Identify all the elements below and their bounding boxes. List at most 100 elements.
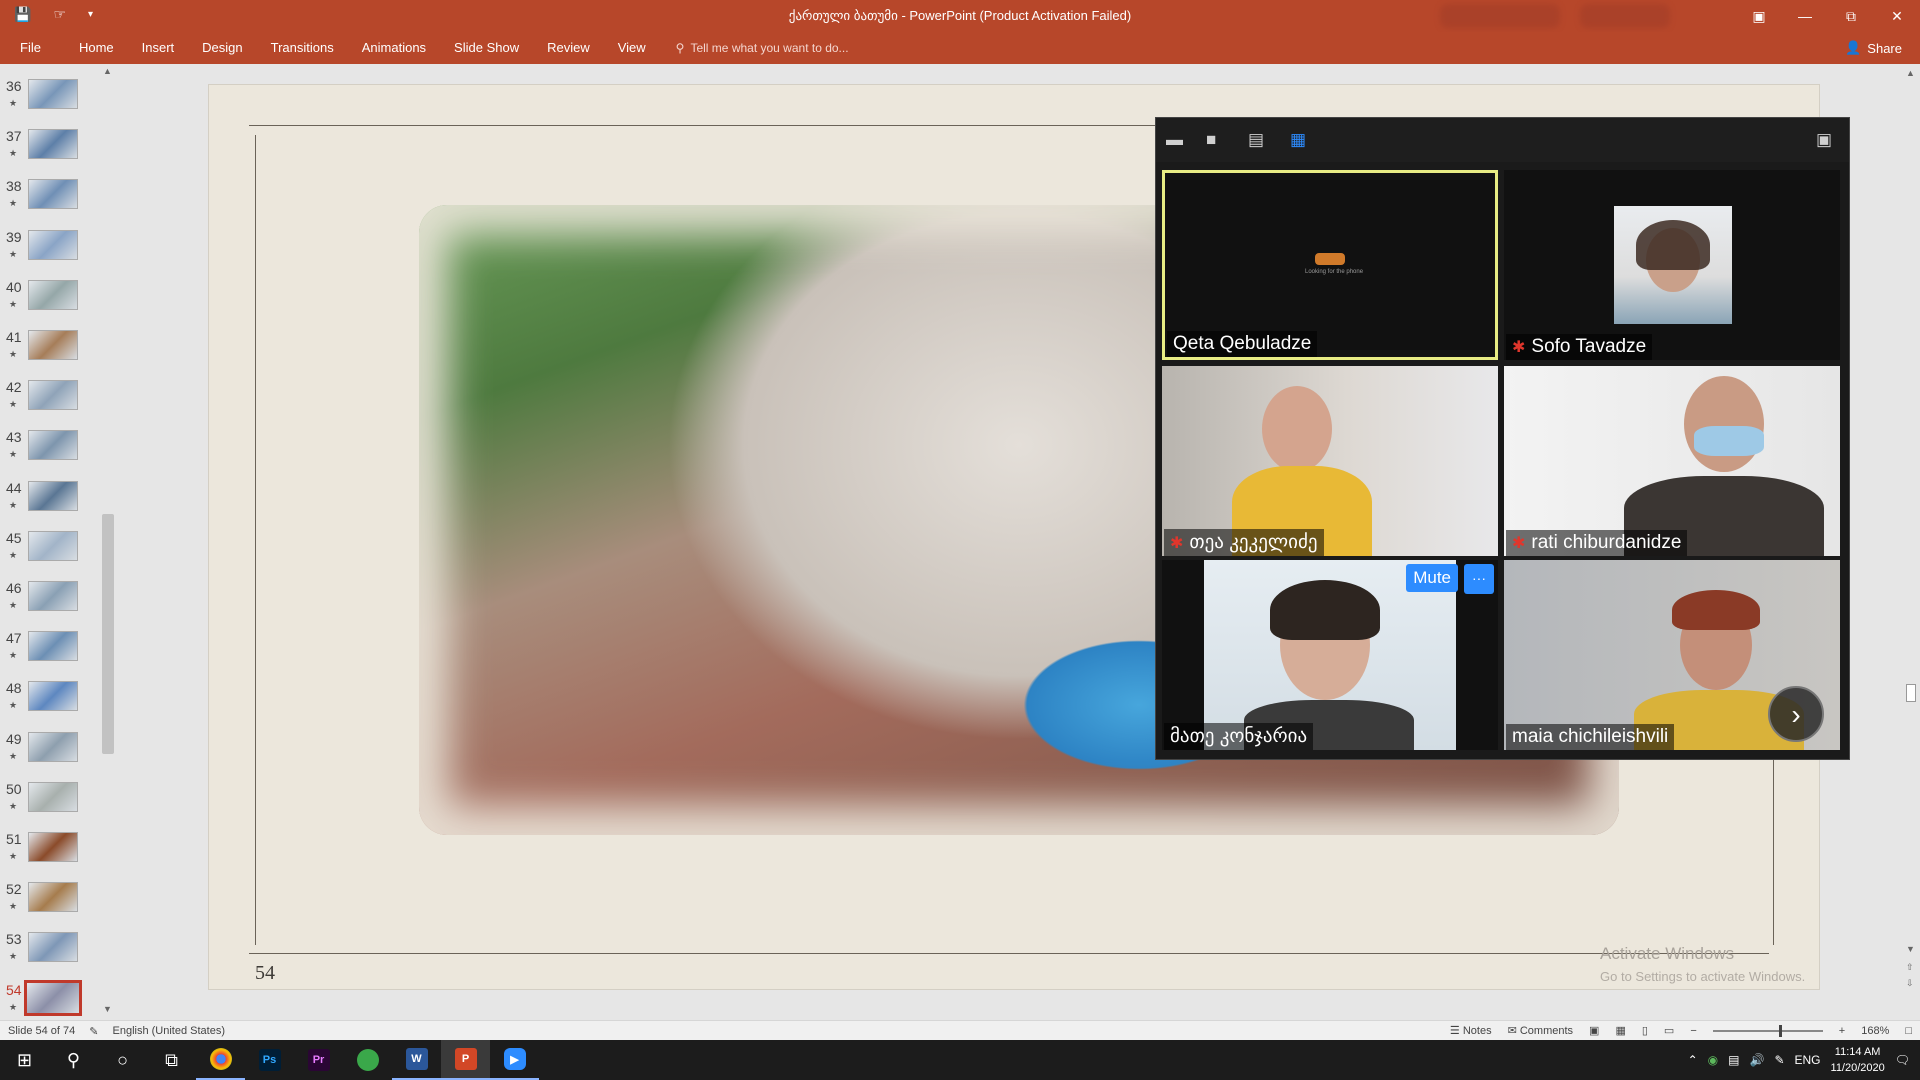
zoom-level[interactable]: 168% [1861,1025,1889,1037]
shield-icon[interactable]: ◉ [1708,1053,1718,1067]
powerpoint-icon[interactable]: P [441,1040,490,1080]
minimize-icon[interactable]: — [1782,0,1828,32]
premiere-icon[interactable]: Pr [294,1040,343,1080]
slide-thumbnail[interactable]: 48 ★ [0,676,100,726]
scroll-thumb[interactable] [102,514,114,754]
speaker-strip-icon[interactable]: ▤ [1248,130,1264,150]
word-icon[interactable]: W [392,1040,441,1080]
tab-design[interactable]: Design [188,32,256,64]
photoshop-icon[interactable]: Ps [245,1040,294,1080]
chrome-icon[interactable] [196,1040,245,1080]
notes-button[interactable]: ☰ Notes [1450,1024,1492,1037]
task-view-icon[interactable]: ⧉ [147,1040,196,1080]
slide-thumbnail[interactable]: 52 ★ [0,877,100,927]
slide-thumbnail[interactable]: 37 ★ [0,124,100,174]
slide-thumbnail[interactable]: 43 ★ [0,425,100,475]
animation-star-icon: ★ [9,98,18,108]
slide-thumbnail[interactable]: 53 ★ [0,927,100,977]
zoom-out-icon[interactable]: − [1690,1025,1696,1037]
close-icon[interactable]: ✕ [1874,0,1920,32]
slide-thumbnail[interactable]: 44 ★ [0,476,100,526]
video-placeholder [1315,253,1345,265]
tab-file[interactable]: File [0,32,65,64]
gallery-view-icon[interactable]: ▦ [1290,130,1306,150]
notifications-icon[interactable]: 🗨 [1895,1053,1910,1067]
clock[interactable]: 11:14 AM 11/20/2020 [1831,1044,1885,1076]
mute-button[interactable]: Mute [1406,564,1458,592]
slide-thumbnail[interactable]: 39 ★ [0,225,100,275]
scroll-down-icon[interactable]: ▼ [103,1004,112,1014]
slide-thumbnail[interactable]: 47 ★ [0,626,100,676]
zoom-in-icon[interactable]: + [1839,1025,1845,1037]
thumbnail-image [28,179,78,210]
participant-tile[interactable]: Mute ··· მათე კონჯარია [1162,560,1498,750]
start-icon[interactable]: ⊞ [0,1040,49,1080]
thumbnails-scrollbar[interactable]: ▲ ▼ [100,64,116,1020]
show-hidden-icons-icon[interactable]: ⌃ [1688,1053,1698,1067]
thumbnail-number: 47 [6,630,22,647]
slide-scrollbar[interactable]: ▲ ▼ ⇧ ⇩ [1902,64,1920,1020]
language-indicator[interactable]: ENG [1795,1053,1821,1067]
slide-thumbnail[interactable]: 42 ★ [0,375,100,425]
participant-video [1614,206,1732,324]
scroll-up-icon[interactable]: ▲ [103,66,112,76]
participant-tile[interactable]: ✱ rati chiburdanidze [1504,366,1840,556]
share-button[interactable]: 👤 Share [1845,40,1902,56]
animation-star-icon: ★ [9,248,18,259]
slideshow-icon[interactable]: ▭ [1664,1024,1674,1037]
green-app-icon[interactable] [343,1040,392,1080]
volume-icon[interactable]: 🔊 [1749,1053,1764,1067]
previous-slide-icon[interactable]: ⇧ [1906,962,1914,973]
minimize-video-icon[interactable]: ▬ [1166,130,1183,150]
participant-tile[interactable]: ✱ თეა კეკელიძე [1162,366,1498,556]
language-indicator[interactable]: English (United States) [113,1025,226,1038]
zoom-view-toolbar: ▬ ■ ▤ ▦ ▣ [1156,118,1849,162]
normal-view-icon[interactable]: ▣ [1589,1024,1599,1037]
network-icon[interactable]: ▤ [1728,1053,1739,1067]
participant-tile[interactable]: Looking for the phone Qeta Qebuladze [1162,170,1498,360]
exit-minimized-icon[interactable]: ▣ [1816,130,1832,150]
slide-sorter-icon[interactable]: ▦ [1615,1024,1625,1037]
slide-thumbnail[interactable]: 49 ★ [0,727,100,777]
active-speaker-icon[interactable]: ■ [1206,130,1216,150]
slide-thumbnail[interactable]: 45 ★ [0,526,100,576]
tell-me-text: Tell me what you want to do... [690,41,849,55]
search-icon[interactable]: ⚲ [49,1040,98,1080]
slide-thumbnail[interactable]: 36 ★ [0,74,100,124]
scroll-up-icon[interactable]: ▲ [1906,68,1915,78]
next-page-button[interactable]: › [1768,686,1824,742]
participant-tile[interactable]: › maia chichileishvili [1504,560,1840,750]
spelling-check-icon[interactable]: ✎ [89,1025,98,1038]
restore-icon[interactable]: ⧉ [1828,0,1874,32]
reading-view-icon[interactable]: ▯ [1642,1024,1648,1037]
share-label: Share [1867,40,1902,56]
slide-thumbnail[interactable]: 38 ★ [0,174,100,224]
tab-animations[interactable]: Animations [348,32,440,64]
tab-view[interactable]: View [604,32,660,64]
scroll-down-icon[interactable]: ▼ [1906,944,1915,954]
participant-name: Qeta Qebuladze [1167,331,1318,357]
more-options-button[interactable]: ··· [1464,564,1494,594]
comments-button[interactable]: ✉ Comments [1508,1024,1573,1037]
cortana-icon[interactable]: ○ [98,1040,147,1080]
zoom-slider[interactable] [1712,1024,1823,1037]
slide-thumbnail[interactable]: 50 ★ [0,777,100,827]
tab-review[interactable]: Review [533,32,604,64]
next-slide-icon[interactable]: ⇩ [1906,978,1914,989]
slide-thumbnail[interactable]: 46 ★ [0,576,100,626]
fit-to-window-icon[interactable]: □ [1905,1025,1912,1037]
slide-thumbnail[interactable]: 41 ★ [0,325,100,375]
zoom-icon[interactable]: ▶ [490,1040,539,1080]
tab-slide-show[interactable]: Slide Show [440,32,533,64]
thumbnail-number: 48 [6,680,22,697]
slide-thumbnail[interactable]: 51 ★ [0,827,100,877]
tell-me-box[interactable]: ⚲ Tell me what you want to do... [660,41,849,55]
ribbon-display-options-icon[interactable]: ▣ [1736,0,1782,32]
participant-tile[interactable]: ✱ Sofo Tavadze [1504,170,1840,360]
pen-icon[interactable]: ✎ [1774,1053,1784,1067]
tab-insert[interactable]: Insert [128,32,189,64]
tab-transitions[interactable]: Transitions [257,32,348,64]
tab-home[interactable]: Home [65,32,128,64]
slide-thumbnail[interactable]: 40 ★ [0,275,100,325]
scroll-thumb[interactable] [1906,684,1916,702]
